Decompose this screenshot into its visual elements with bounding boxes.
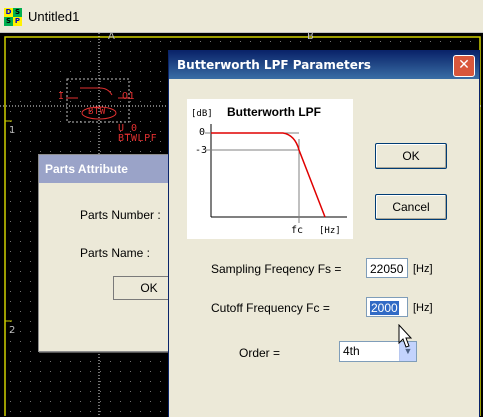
plot-title: Butterworth LPF bbox=[227, 105, 321, 119]
app-logo-icon: DSSP bbox=[4, 8, 22, 26]
column-label-b: B bbox=[307, 33, 314, 42]
sampling-frequency-input[interactable]: 22050 bbox=[366, 258, 408, 278]
column-label-a: A bbox=[108, 33, 115, 42]
butterworth-dialog: Butterworth LPF Parameters ✕ [dB] Butter… bbox=[168, 50, 480, 417]
cutoff-frequency-value: 2000 bbox=[370, 301, 399, 315]
plot-fc-label: fc bbox=[291, 225, 303, 236]
bw-dialog-title: Butterworth LPF Parameters bbox=[177, 58, 371, 72]
order-select-value: 4th bbox=[343, 344, 360, 358]
mouse-cursor-icon bbox=[398, 324, 413, 348]
plot-x-unit: [Hz] bbox=[319, 226, 341, 236]
close-icon[interactable]: ✕ bbox=[453, 55, 475, 77]
cutoff-frequency-unit: [Hz] bbox=[413, 302, 433, 314]
pin-out-label: O1 bbox=[122, 91, 136, 102]
part-name-label: BTWLPF bbox=[118, 133, 158, 144]
bw-dialog-titlebar[interactable]: Butterworth LPF Parameters ✕ bbox=[169, 51, 479, 79]
plot-response-curve bbox=[211, 132, 326, 218]
app-titlebar[interactable]: DSSP Untitled1 bbox=[0, 0, 483, 33]
pin-in-label: I bbox=[58, 91, 65, 102]
cutoff-frequency-input[interactable]: 2000 bbox=[366, 297, 408, 317]
row-label-1: 1 bbox=[9, 125, 16, 136]
plot-tick-0: 0 bbox=[199, 127, 205, 138]
sampling-frequency-label: Sampling Freqency Fs = bbox=[211, 262, 342, 276]
parts-name-label: Parts Name : bbox=[80, 246, 151, 260]
row-label-2: 2 bbox=[9, 325, 16, 336]
lpf-response-plot: [dB] Butterworth LPF 0 -3 fc [Hz] bbox=[187, 99, 353, 239]
plot-y-unit: [dB] bbox=[191, 109, 213, 119]
cancel-button[interactable]: Cancel bbox=[375, 194, 447, 220]
cutoff-frequency-label: Cutoff Frequency Fc = bbox=[211, 301, 330, 315]
block-label: BTW bbox=[88, 107, 106, 117]
order-label: Order = bbox=[239, 346, 281, 360]
app-title: Untitled1 bbox=[28, 9, 80, 24]
sampling-frequency-unit: [Hz] bbox=[413, 263, 433, 275]
ok-button[interactable]: OK bbox=[375, 143, 447, 169]
parts-number-label: Parts Number : bbox=[80, 208, 161, 222]
